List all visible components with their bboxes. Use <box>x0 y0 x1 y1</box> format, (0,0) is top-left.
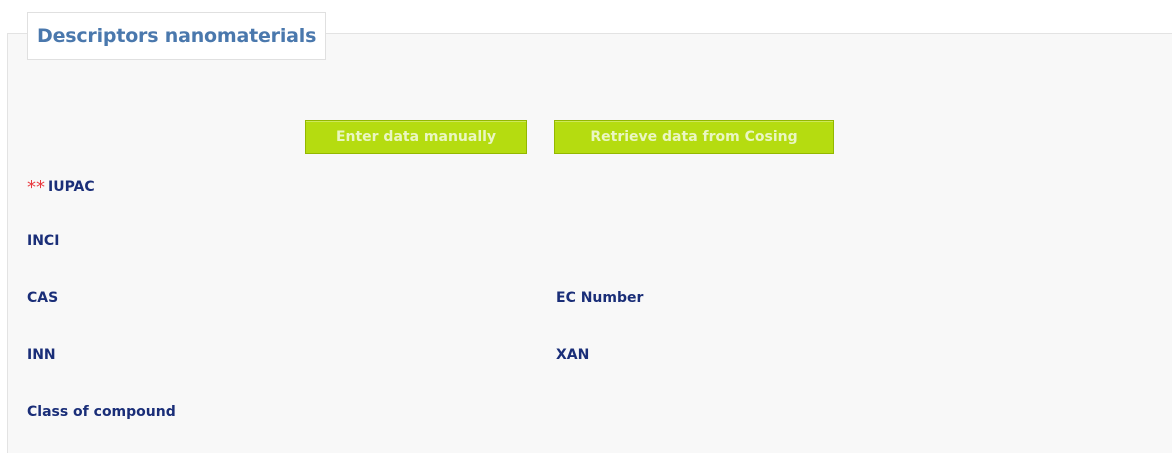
section-title: Descriptors nanomaterials <box>37 25 317 47</box>
cas-label: CAS <box>27 290 59 306</box>
inci-label: INCI <box>27 233 60 249</box>
iupac-label: IUPAC <box>48 179 95 195</box>
retrieve-data-from-cosing-button[interactable]: Retrieve data from Cosing <box>554 120 834 154</box>
class-of-compound-label: Class of compound <box>27 404 176 420</box>
descriptors-fieldset <box>7 33 1172 453</box>
inn-label: INN <box>27 347 56 363</box>
iupac-field-label: ** IUPAC <box>27 175 95 198</box>
xan-label: XAN <box>556 347 590 363</box>
enter-data-manually-button[interactable]: Enter data manually <box>305 120 527 154</box>
ec-number-label: EC Number <box>556 290 644 306</box>
section-legend: Descriptors nanomaterials <box>27 12 327 60</box>
required-marker: ** <box>27 177 45 198</box>
